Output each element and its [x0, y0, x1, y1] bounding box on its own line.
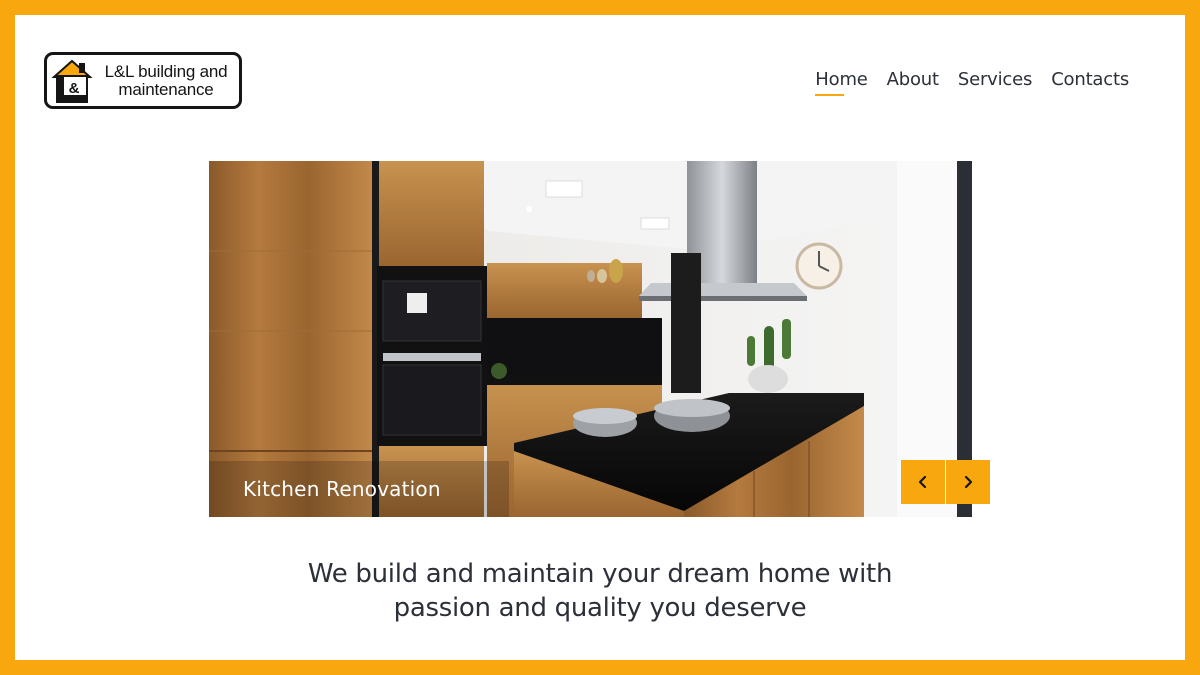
- nav-services[interactable]: Services: [958, 69, 1033, 96]
- nav-about[interactable]: About: [887, 69, 939, 96]
- slider-prev-button[interactable]: [901, 460, 945, 504]
- page-frame: & L&L building and maintenance Home Abou…: [15, 15, 1185, 660]
- tagline-line-2: passion and quality you deserve: [393, 593, 807, 623]
- main-nav: Home About Services Contacts: [815, 69, 1129, 96]
- logo-text: L&L building and maintenance: [91, 63, 241, 99]
- tagline-line-1: We build and maintain your dream home wi…: [307, 559, 893, 589]
- logo-line-1: L&L building and: [104, 62, 228, 81]
- brand-logo[interactable]: & L&L building and maintenance: [44, 52, 242, 109]
- hero-tagline: We build and maintain your dream home wi…: [15, 557, 1185, 625]
- hero-slider: Kitchen Renovation: [209, 161, 972, 517]
- logo-line-2: maintenance: [118, 80, 214, 99]
- logo-ampersand: &: [69, 80, 80, 97]
- nav-contacts[interactable]: Contacts: [1051, 69, 1129, 96]
- house-logo-icon: &: [51, 59, 93, 103]
- chevron-left-icon: [918, 475, 927, 489]
- slide-caption: Kitchen Renovation: [243, 477, 441, 501]
- kitchen-photo: [209, 161, 972, 517]
- chevron-right-icon: [964, 475, 973, 489]
- nav-home[interactable]: Home: [815, 69, 868, 96]
- slider-next-button[interactable]: [946, 460, 990, 504]
